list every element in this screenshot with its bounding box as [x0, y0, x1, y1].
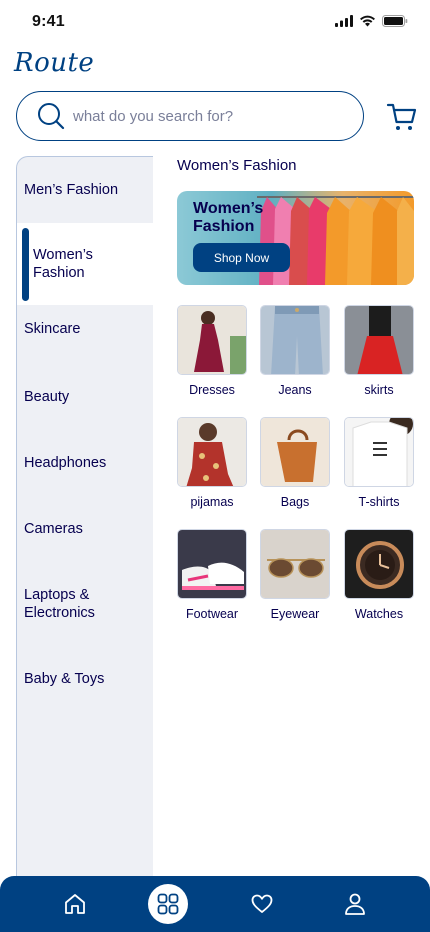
dress-photo [177, 305, 247, 375]
profile-icon [345, 893, 365, 915]
sneakers-photo [177, 529, 247, 599]
jeans-photo [260, 305, 330, 375]
battery-icon [382, 15, 408, 27]
pajamas-photo [177, 417, 247, 487]
subcategory-label: Eyewear [270, 607, 320, 621]
subcategory-label: T-shirts [358, 495, 400, 509]
subcategory-label: Footwear [185, 607, 239, 621]
watch-photo [344, 529, 414, 599]
nav-home[interactable] [55, 884, 95, 924]
subcategory-pijamas[interactable]: pijamas [177, 417, 247, 509]
status-icons [335, 15, 408, 27]
sidebar-item-skincare[interactable]: Skincare [17, 305, 153, 353]
subcategory-footwear[interactable]: Footwear [177, 529, 247, 621]
nav-categories[interactable] [148, 884, 188, 924]
shop-now-button[interactable]: Shop Now [193, 243, 290, 272]
subcategory-eyewear[interactable]: Eyewear [260, 529, 330, 621]
nav-wishlist[interactable] [242, 884, 282, 924]
heart-icon [251, 894, 273, 913]
sidebar-item-mens-fashion[interactable]: Men’s Fashion [17, 157, 153, 223]
sidebar-item-label: Baby & Toys [24, 671, 105, 687]
wifi-icon [360, 15, 375, 27]
promo-banner[interactable]: Women’s Fashion Shop Now [177, 191, 414, 285]
sidebar-item-label: Women’s Fashion [33, 247, 93, 281]
subcategory-label: Dresses [189, 383, 235, 397]
brand-logo: Route [14, 48, 95, 78]
sidebar-item-label: Men’s Fashion [24, 182, 119, 198]
subcategory-label: Watches [354, 607, 404, 621]
categories-icon [157, 893, 179, 915]
sidebar-item-beauty[interactable]: Beauty [17, 373, 153, 421]
subcategory-tshirts[interactable]: T-shirts [344, 417, 414, 509]
search-bar[interactable] [16, 91, 364, 141]
subcategory-dresses[interactable]: Dresses [177, 305, 247, 397]
sidebar-item-label: Headphones [24, 455, 107, 471]
subcategory-label: skirts [364, 383, 394, 397]
cart-icon[interactable] [386, 101, 418, 133]
active-indicator [22, 228, 29, 301]
subcategory-jeans[interactable]: Jeans [260, 305, 330, 397]
tshirt-photo [344, 417, 414, 487]
skirt-photo [344, 305, 414, 375]
subcategory-label: pijamas [190, 495, 234, 509]
search-icon [38, 103, 65, 130]
subcategory-label: Jeans [278, 383, 312, 397]
bag-photo [260, 417, 330, 487]
sidebar-item-laptops-electronics[interactable]: Laptops & Electronics [17, 580, 153, 628]
sidebar-item-label: Skincare [24, 321, 81, 337]
signal-icon [335, 15, 353, 27]
sidebar-item-headphones[interactable]: Headphones [17, 439, 153, 487]
subcategory-label: Bags [280, 495, 310, 509]
nav-profile[interactable] [335, 884, 375, 924]
subcategory-bags[interactable]: Bags [260, 417, 330, 509]
search-input[interactable] [73, 107, 343, 125]
status-bar: 9:41 [0, 0, 430, 44]
sidebar-item-baby-toys[interactable]: Baby & Toys [17, 655, 153, 703]
status-time: 9:41 [32, 13, 65, 30]
sidebar-item-cameras[interactable]: Cameras [17, 505, 153, 553]
sidebar-item-label: Laptops & Electronics [24, 587, 95, 621]
subcategory-skirts[interactable]: skirts [344, 305, 414, 397]
sidebar-item-womens-fashion[interactable]: Women’s Fashion [17, 223, 153, 305]
category-sidebar: Men’s Fashion Women’s Fashion Skincare B… [16, 156, 153, 878]
banner-title: Women’s Fashion [193, 200, 264, 235]
sunglasses-photo [260, 529, 330, 599]
sidebar-item-label: Cameras [24, 521, 83, 537]
home-icon [65, 894, 85, 914]
sidebar-item-label: Beauty [24, 389, 70, 405]
subcategory-watches[interactable]: Watches [344, 529, 414, 621]
bottom-navigation [0, 876, 430, 932]
section-title: Women’s Fashion [177, 157, 297, 174]
